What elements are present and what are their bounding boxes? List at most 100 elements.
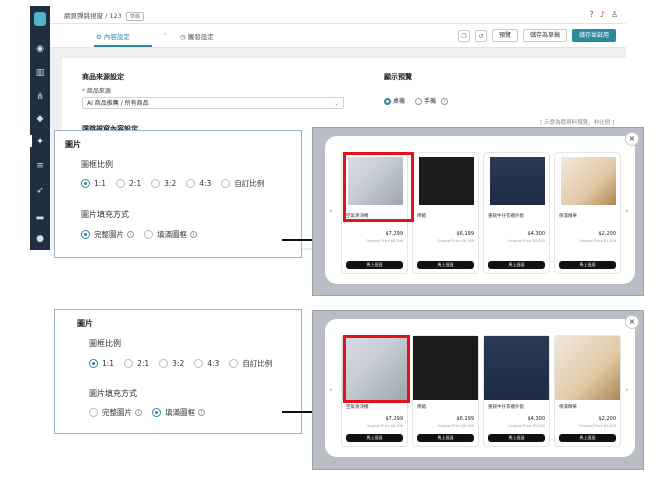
radio-selected-icon: [152, 408, 161, 417]
shop-now-button[interactable]: 馬上逛逛: [417, 261, 474, 269]
option-label: 4:3: [207, 359, 220, 368]
product-card[interactable]: 烤箱 $6,199 Original Price $6,399 馬上逛逛: [412, 152, 479, 274]
source-select[interactable]: AI 商品推薦 / 所有商品 ⌄: [82, 97, 344, 109]
close-icon[interactable]: ×: [625, 315, 639, 329]
ratio-option-3-2[interactable]: 3:2: [151, 179, 176, 188]
product-card[interactable]: 重磅牛仔衣襯外套 $4,300 Original Price $5,000 馬上…: [483, 152, 550, 274]
info-icon: i: [198, 409, 205, 416]
product-price: $6,199: [456, 231, 475, 237]
source-label: 商品來源: [86, 88, 111, 95]
shop-now-button[interactable]: 馬上逛逛: [346, 261, 403, 269]
rocket-icon[interactable]: ➶: [34, 186, 46, 196]
original-price: Original Price $2,400: [579, 239, 616, 243]
bell-icon[interactable]: ♪: [600, 10, 605, 19]
chart-icon[interactable]: ▥: [34, 68, 46, 78]
help-icon[interactable]: ?: [589, 10, 593, 19]
radio-icon: [124, 359, 134, 368]
user-icon[interactable]: ●: [34, 234, 46, 244]
breadcrumb-text[interactable]: 網頁彈跳視窗 / 123: [64, 12, 122, 20]
option-label: 填滿圖框: [165, 408, 195, 417]
fill-option-fit[interactable]: 完整圖片 i: [81, 229, 134, 240]
info-icon: i: [190, 231, 197, 238]
fill-option-fit[interactable]: 完整圖片 i: [89, 407, 142, 418]
database-icon[interactable]: ≡: [34, 161, 46, 171]
close-icon[interactable]: ×: [625, 132, 639, 146]
section-heading: 商品來源設定: [82, 73, 124, 81]
image-settings-panel-fit: 圖片 圖框比例 1:1 2:1 3:2 4:3 自訂比例 圖片填充方式 完整圖片…: [54, 130, 302, 258]
popup-modal: × ‹ › 空氣清淨機 $7,299 Original Price $8,299…: [325, 315, 639, 457]
dashboard-icon[interactable]: ◉: [34, 44, 46, 54]
ratio-option-custom[interactable]: 自訂比例: [221, 178, 264, 189]
product-name: 重磅牛仔衣襯外套: [488, 405, 524, 410]
perfume-bottle-image: [561, 157, 616, 205]
chevron-right-icon: ›: [164, 30, 167, 38]
chevron-right-icon[interactable]: ›: [623, 385, 631, 395]
tag-icon[interactable]: ◆: [34, 114, 46, 124]
ratio-option-4-3[interactable]: 4:3: [194, 359, 219, 368]
device-option-mobile[interactable]: 手機 i: [415, 96, 448, 105]
shop-now-button[interactable]: 馬上逛逛: [559, 261, 616, 269]
product-card[interactable]: 重磅牛仔衣襯外套 $4,300 Original Price $5,000 馬上…: [483, 335, 550, 447]
ratio-option-custom[interactable]: 自訂比例: [229, 358, 272, 369]
radio-icon: [159, 359, 169, 368]
ratio-option-1-1[interactable]: 1:1: [89, 359, 114, 368]
original-price: Original Price $5,000: [508, 239, 545, 243]
image-frame: [555, 336, 620, 400]
shop-now-button[interactable]: 馬上逛逛: [488, 261, 545, 269]
original-price: Original Price $2,400: [579, 424, 616, 428]
denim-jacket-image: [490, 157, 545, 205]
fill-option-fill[interactable]: 填滿圖框 i: [144, 229, 197, 240]
tab-trigger-settings[interactable]: ◷ 觸發設定: [180, 31, 214, 41]
preview-note: [ 示意為假資料預覽，非比例 ]: [540, 120, 614, 126]
chevron-right-icon[interactable]: ›: [623, 206, 631, 216]
product-card[interactable]: 烤箱 $6,199 Original Price $6,399 馬上逛逛: [412, 335, 479, 447]
magic-wand-icon[interactable]: ✦: [34, 137, 46, 147]
image-frame: [484, 336, 549, 400]
device-option-desktop[interactable]: 桌機: [384, 96, 405, 105]
share-icon[interactable]: ⋔: [34, 92, 46, 102]
image-frame: [413, 336, 478, 400]
shop-now-button[interactable]: 馬上逛逛: [559, 434, 616, 442]
shop-now-button[interactable]: 馬上逛逛: [488, 434, 545, 442]
product-price: $4,300: [527, 231, 546, 237]
chevron-left-icon[interactable]: ‹: [327, 385, 335, 395]
save-draft-button[interactable]: 儲存為草稿: [522, 29, 567, 42]
clock-icon: ◷: [180, 33, 186, 41]
preview-button[interactable]: 預覽: [491, 29, 518, 42]
copy-icon[interactable]: ❐: [457, 29, 470, 42]
ratio-option-2-1[interactable]: 2:1: [124, 359, 149, 368]
option-label: 填滿圖框: [157, 230, 187, 239]
product-card[interactable]: 保濕精華 $2,200 Original Price $2,400 馬上逛逛: [554, 335, 621, 447]
chevron-left-icon[interactable]: ‹: [327, 206, 335, 216]
ratio-option-4-3[interactable]: 4:3: [186, 179, 211, 188]
product-card[interactable]: 保濕精華 $2,200 Original Price $2,400 馬上逛逛: [554, 152, 621, 274]
option-label: 2:1: [129, 179, 142, 188]
fill-option-fill[interactable]: 填滿圖框 i: [152, 407, 205, 418]
highlight-box: [343, 335, 410, 403]
account-icon[interactable]: ♙: [611, 10, 618, 19]
popup-preview-fit: × ‹ › 空氣清淨機 $7,299 Original Price $8,299…: [312, 127, 644, 296]
shop-now-button[interactable]: 馬上逛逛: [417, 434, 474, 442]
option-label: 1:1: [102, 359, 115, 368]
history-icon[interactable]: ↺: [474, 29, 487, 42]
tab-label: 觸發設定: [187, 33, 214, 41]
product-name: 烤箱: [417, 214, 426, 219]
radio-icon: [144, 230, 153, 239]
ratio-option-3-2[interactable]: 3:2: [159, 359, 184, 368]
option-label: 自訂比例: [234, 179, 265, 188]
original-price: Original Price $6,399: [437, 424, 474, 428]
device-toggle: 桌機 手機 i: [384, 96, 448, 105]
ratio-option-1-1[interactable]: 1:1: [81, 179, 106, 188]
image-settings-panel-fill: 圖片 圖框比例 1:1 2:1 3:2 4:3 自訂比例 圖片填充方式 完整圖片…: [54, 309, 302, 434]
tab-content-settings[interactable]: ⚙ 內容設定: [96, 31, 130, 41]
fill-radio-group: 完整圖片 i 填滿圖框 i: [81, 229, 207, 240]
product-name: 空氣清淨機: [346, 405, 369, 410]
status-badge: 草稿: [125, 12, 144, 21]
fill-label: 圖片填充方式: [89, 389, 137, 398]
info-icon: i: [127, 231, 134, 238]
shop-now-button[interactable]: 馬上逛逛: [346, 434, 403, 442]
save-apply-button[interactable]: 儲存並啟用: [571, 29, 616, 42]
ratio-option-2-1[interactable]: 2:1: [116, 179, 141, 188]
bar-chart-icon[interactable]: ▂: [34, 210, 46, 220]
radio-selected-icon: [384, 98, 391, 105]
